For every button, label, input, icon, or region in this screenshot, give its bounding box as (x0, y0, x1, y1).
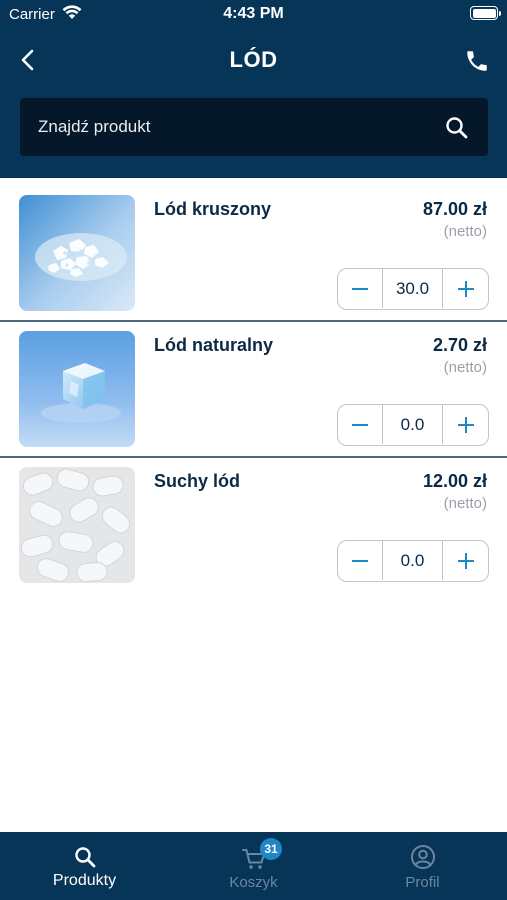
decrease-quantity-button[interactable] (338, 541, 382, 580)
tab-produkty[interactable]: Produkty (0, 832, 169, 900)
tab-profil[interactable]: Profil (338, 832, 507, 900)
cart-count-badge: 31 (260, 838, 282, 860)
quantity-stepper: 0.0 (337, 540, 489, 582)
increase-quantity-button[interactable] (444, 405, 488, 444)
product-image-dry-ice (19, 467, 135, 583)
product-price: 2.70 zł (432, 335, 487, 355)
page-title: LÓD (229, 47, 278, 72)
quantity-value[interactable]: 30.0 (382, 269, 443, 308)
product-image-crushed-ice (19, 195, 135, 311)
price-note: (netto) (443, 359, 487, 376)
status-bar: Carrier 4:43 PM (0, 0, 507, 30)
quantity-value[interactable]: 0.0 (382, 541, 443, 580)
increase-quantity-button[interactable] (444, 269, 488, 308)
status-time: 4:43 PM (223, 5, 284, 22)
product-item[interactable]: Lód kruszony 87.00 zł (netto) 30.0 (0, 178, 507, 314)
tab-bar: Produkty 31 Koszyk Profil (0, 832, 507, 900)
battery-icon (470, 6, 501, 20)
price-note: (netto) (443, 495, 487, 512)
tab-koszyk[interactable]: 31 Koszyk (169, 832, 338, 900)
product-item[interactable]: Lód naturalny 2.70 zł (netto) 0.0 (0, 314, 507, 450)
search-input[interactable] (38, 115, 428, 139)
phone-icon[interactable] (464, 48, 490, 74)
decrease-quantity-button[interactable] (338, 405, 382, 444)
product-price: 12.00 zł (422, 471, 487, 491)
quantity-stepper: 30.0 (337, 268, 489, 310)
tab-label: Profil (405, 874, 440, 891)
product-item[interactable]: Suchy lód 12.00 zł (netto) 0.0 (0, 450, 507, 586)
user-circle-icon (411, 845, 435, 869)
product-image-natural-ice (19, 331, 135, 447)
product-name[interactable]: Lód kruszony (154, 199, 271, 220)
price-note: (netto) (443, 223, 487, 240)
tab-label: Produkty (52, 872, 117, 889)
product-name[interactable]: Lód naturalny (154, 335, 273, 356)
quantity-value[interactable]: 0.0 (382, 405, 443, 444)
product-name[interactable]: Suchy lód (154, 471, 240, 492)
quantity-stepper: 0.0 (337, 404, 489, 446)
decrease-quantity-button[interactable] (338, 269, 382, 308)
header: Carrier 4:43 PM LÓD (0, 0, 507, 178)
search-icon[interactable] (444, 115, 470, 141)
tab-label: Koszyk (229, 874, 278, 891)
search-icon (75, 847, 96, 868)
search-bar (20, 98, 488, 156)
increase-quantity-button[interactable] (444, 541, 488, 580)
product-price: 87.00 zł (422, 199, 487, 219)
